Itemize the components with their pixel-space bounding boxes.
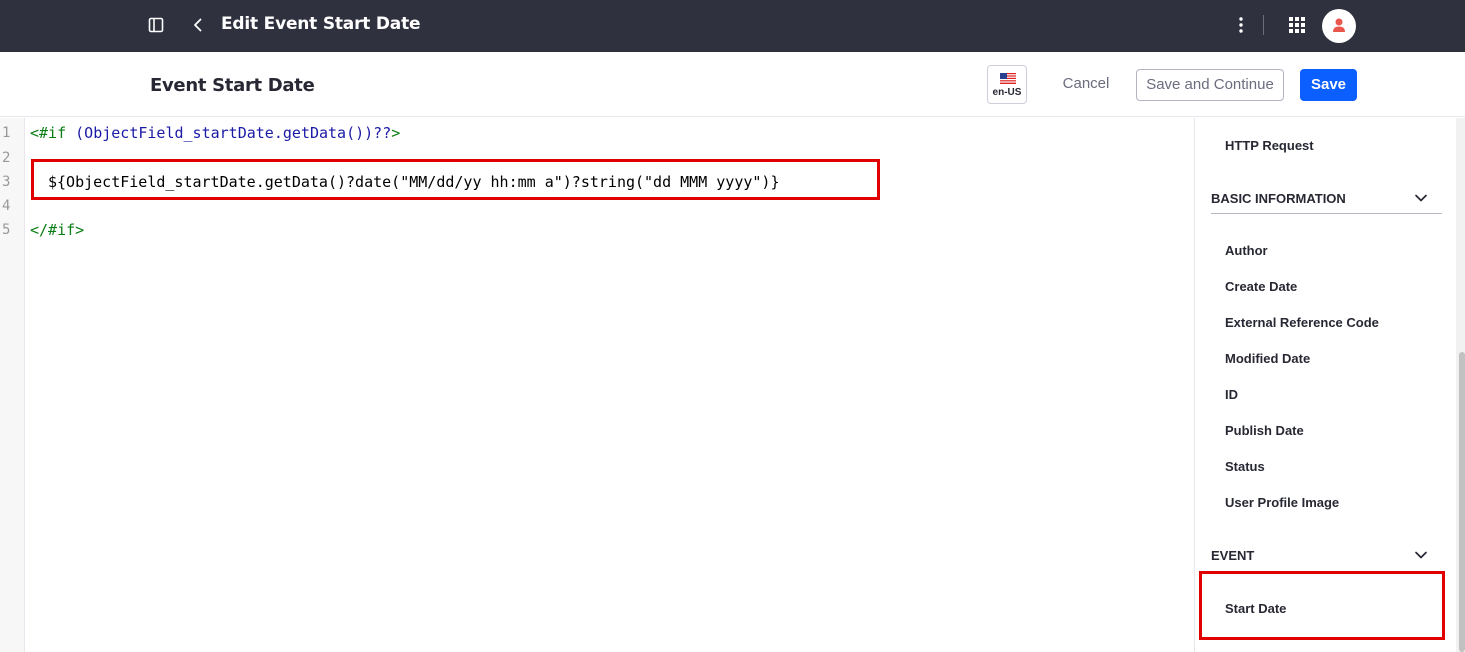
code-line-5: </#if> bbox=[30, 221, 85, 239]
ftl-if-expression: (ObjectField_startDate.getData())?? bbox=[75, 124, 392, 142]
template-code-editor[interactable]: 1 2 3 4 5 <#if (ObjectField_startDate.ge… bbox=[0, 118, 1194, 652]
page-header: Event Start Date en-US Cancel Save and C… bbox=[0, 52, 1465, 117]
language-selector-button[interactable]: en-US bbox=[987, 65, 1027, 104]
topbar-divider bbox=[1263, 15, 1264, 35]
panel-item-http-request[interactable]: HTTP Request bbox=[1225, 138, 1314, 153]
panel-item-status[interactable]: Status bbox=[1225, 459, 1265, 474]
cancel-button[interactable]: Cancel bbox=[1050, 68, 1122, 100]
section-basic-information[interactable]: BASIC INFORMATION bbox=[1211, 191, 1442, 206]
section-heading: BASIC INFORMATION bbox=[1211, 191, 1346, 206]
code-line-1: <#if (ObjectField_startDate.getData())??… bbox=[30, 124, 400, 142]
section-heading: EVENT bbox=[1211, 548, 1255, 563]
line-number: 5 bbox=[2, 222, 11, 238]
line-number: 4 bbox=[2, 198, 11, 214]
line-number: 2 bbox=[2, 150, 11, 166]
panel-item-modified-date[interactable]: Modified Date bbox=[1225, 351, 1310, 366]
chevron-down-icon[interactable] bbox=[1414, 550, 1428, 560]
panel-item-author[interactable]: Author bbox=[1225, 243, 1268, 258]
chevron-down-icon[interactable] bbox=[1414, 193, 1428, 203]
chevron-left-icon[interactable] bbox=[190, 17, 206, 33]
line-number-gutter: 1 2 3 4 5 bbox=[0, 118, 25, 652]
panel-item-user-profile-image[interactable]: User Profile Image bbox=[1225, 495, 1339, 510]
panel-item-publish-date[interactable]: Publish Date bbox=[1225, 423, 1304, 438]
ftl-if-close: > bbox=[391, 124, 401, 142]
line-number: 3 bbox=[2, 174, 11, 190]
user-avatar-icon bbox=[1333, 18, 1345, 32]
sidebar-toggle-icon[interactable] bbox=[148, 17, 164, 33]
us-flag-icon bbox=[1000, 73, 1016, 84]
elements-side-panel: HTTP Request BASIC INFORMATION Author Cr… bbox=[1194, 118, 1456, 652]
top-navigation-bar: Edit Event Start Date bbox=[0, 0, 1465, 52]
line-number: 1 bbox=[2, 125, 11, 141]
user-avatar[interactable] bbox=[1322, 9, 1356, 43]
page-title: Event Start Date bbox=[150, 75, 315, 96]
page-header-title: Edit Event Start Date bbox=[221, 14, 421, 34]
apps-grid-icon[interactable] bbox=[1288, 16, 1306, 34]
kebab-icon[interactable] bbox=[1232, 15, 1250, 35]
code-highlight-annotation bbox=[31, 159, 880, 200]
start-date-highlight-annotation bbox=[1199, 571, 1445, 640]
section-divider bbox=[1211, 213, 1442, 214]
ftl-if-tag: <#if bbox=[30, 124, 76, 142]
language-label: en-US bbox=[992, 87, 1022, 98]
save-button[interactable]: Save bbox=[1300, 69, 1357, 101]
panel-item-id[interactable]: ID bbox=[1225, 387, 1238, 402]
panel-item-external-reference-code[interactable]: External Reference Code bbox=[1225, 315, 1379, 330]
panel-scrollbar-thumb[interactable] bbox=[1459, 352, 1465, 652]
panel-item-create-date[interactable]: Create Date bbox=[1225, 279, 1297, 294]
section-event[interactable]: EVENT bbox=[1211, 548, 1442, 563]
save-and-continue-button[interactable]: Save and Continue bbox=[1136, 69, 1284, 101]
